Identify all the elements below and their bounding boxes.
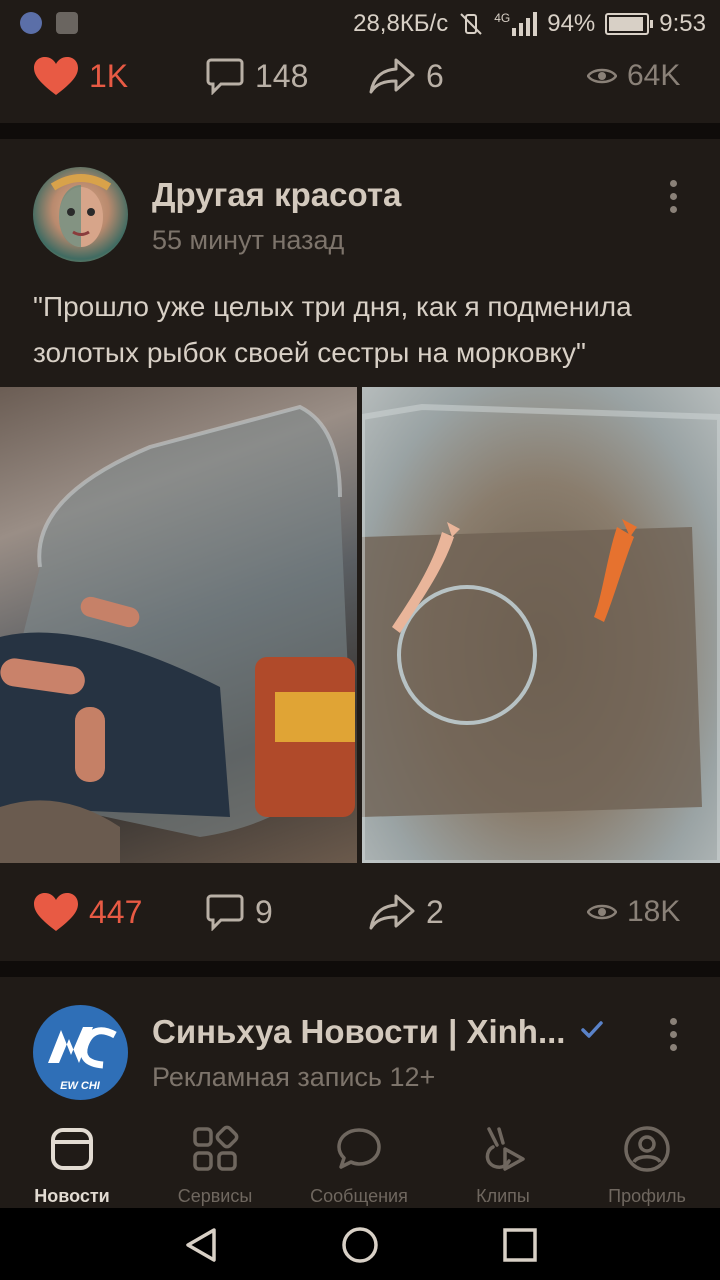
comment-count: 9: [255, 893, 273, 930]
tab-clips[interactable]: Клипы: [433, 1125, 573, 1207]
comment-count: 148: [255, 57, 309, 94]
vibrate-off-icon: [460, 13, 482, 35]
tab-news[interactable]: Новости: [2, 1125, 142, 1207]
share-icon: [369, 58, 415, 94]
like-button[interactable]: 447: [33, 892, 142, 932]
tab-services-label: Сервисы: [177, 1186, 253, 1206]
like-count: 447: [89, 893, 143, 930]
system-navigation-bar: [0, 1208, 720, 1280]
notification-icons: [20, 12, 78, 34]
post-image-fish[interactable]: [362, 387, 720, 863]
clock: 9:53: [659, 10, 706, 37]
share-button[interactable]: 6: [368, 57, 444, 95]
messages-icon: [337, 1128, 381, 1169]
share-icon: [369, 894, 415, 930]
battery-icon: [605, 13, 654, 35]
view-count: 18K: [627, 895, 681, 928]
like-button[interactable]: 1K: [33, 56, 128, 96]
avatar-face-icon: [50, 174, 112, 247]
view-counter: 18K: [587, 895, 680, 929]
back-icon[interactable]: [182, 1226, 220, 1264]
post-actions: 1K 148 6 64K: [0, 46, 720, 106]
author-name[interactable]: Другая красота: [152, 176, 401, 214]
signal-icon: [512, 12, 538, 36]
post-menu-button[interactable]: [670, 180, 677, 213]
author-avatar[interactable]: [33, 167, 128, 262]
status-bar: 28,8КБ/с 4G 94% 9:53: [0, 0, 720, 50]
post-time: 55 минут назад: [152, 225, 345, 255]
tab-profile-label: Профиль: [608, 1186, 686, 1206]
eye-icon: [587, 904, 617, 920]
profile-icon: [624, 1126, 670, 1172]
comment-button[interactable]: 148: [205, 57, 308, 95]
post-text: "Прошло уже целых три дня, как я подмени…: [33, 291, 632, 368]
share-count: 2: [426, 893, 444, 930]
image-icon: [56, 12, 78, 34]
xinhua-logo-icon: EW CHI: [48, 1027, 117, 1092]
comment-icon: [206, 894, 244, 931]
fish-container-image: [362, 403, 720, 863]
services-icon: [193, 1125, 239, 1171]
tab-messages[interactable]: Сообщения: [289, 1125, 429, 1207]
tab-clips-label: Клипы: [476, 1186, 530, 1206]
post-image-jar[interactable]: [0, 387, 357, 863]
author-name[interactable]: Синьхуа Новости | Xinh...: [152, 1013, 572, 1051]
bottom-navigation: Новости Сервисы Сообщения Клипы Профиль: [0, 1113, 720, 1208]
like-count: 1K: [89, 57, 129, 94]
tab-news-label: Новости: [34, 1186, 110, 1206]
tab-profile[interactable]: Профиль: [577, 1125, 717, 1207]
clips-icon: [485, 1127, 525, 1171]
status-right: 28,8КБ/с 4G 94% 9:53: [353, 10, 706, 38]
comment-icon: [206, 58, 244, 95]
tab-messages-label: Сообщения: [310, 1186, 408, 1206]
verified-check-icon: [581, 1021, 603, 1038]
tab-services[interactable]: Сервисы: [145, 1125, 285, 1207]
heart-icon: [34, 57, 78, 95]
post-actions: 447 9 2 18K: [0, 882, 720, 942]
ad-label: Рекламная запись 12+: [152, 1062, 436, 1092]
previous-post-card: 1K 148 6 64K: [0, 50, 720, 123]
heart-icon: [34, 893, 78, 931]
eye-icon: [587, 68, 617, 84]
recents-icon[interactable]: [502, 1227, 538, 1263]
share-count: 6: [426, 57, 444, 94]
view-counter: 64K: [587, 59, 680, 93]
xinhua-avatar[interactable]: EW CHI: [33, 1005, 128, 1100]
view-count: 64K: [627, 59, 681, 92]
home-icon[interactable]: [340, 1225, 380, 1265]
network-speed: 28,8КБ/с: [353, 10, 449, 37]
jar-with-carrots-image: [0, 404, 355, 863]
post-menu-button[interactable]: [670, 1018, 677, 1051]
battery-percent: 94%: [547, 10, 596, 37]
comment-button[interactable]: 9: [205, 893, 273, 931]
news-icon: [51, 1128, 93, 1170]
xinhua-avatar-text: EW CHI: [60, 1080, 101, 1092]
network-type: 4G: [494, 11, 511, 25]
share-button[interactable]: 2: [368, 893, 444, 931]
moon-icon: [20, 12, 42, 34]
